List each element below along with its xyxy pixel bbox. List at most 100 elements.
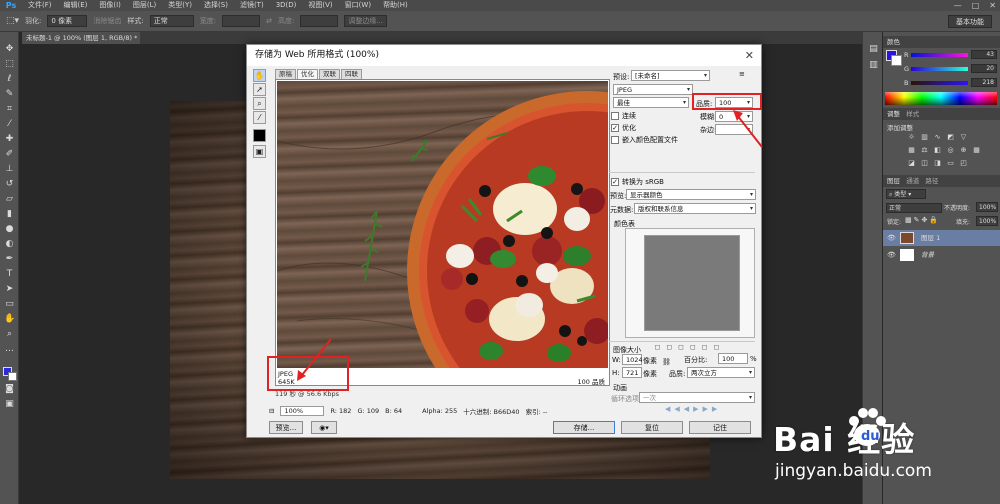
path-select-tool-icon[interactable]: ➤ <box>4 284 15 295</box>
visibility-eye-icon[interactable]: 👁 <box>887 247 896 263</box>
tab-4-up[interactable]: 四联 <box>341 69 362 79</box>
background-color-swatch[interactable] <box>8 372 17 381</box>
zoom-out-icon[interactable]: ⊟ <box>269 407 274 415</box>
height-input[interactable] <box>300 15 339 27</box>
format-select[interactable]: JPEG ▾ <box>613 84 693 95</box>
marquee-tool-icon[interactable]: ⬚▾ <box>6 16 19 26</box>
lock-icons[interactable]: ▩✎✥🔒 <box>905 216 940 224</box>
shape-tool-icon[interactable]: ▭ <box>4 299 15 310</box>
loop-select[interactable]: 一次 ▾ <box>639 392 755 403</box>
hue-sat-icon[interactable]: ▦ <box>907 146 916 155</box>
menu-3d[interactable]: 3D(D) <box>270 0 303 11</box>
save-button[interactable]: 存储... <box>553 421 615 434</box>
color-lookup-icon[interactable]: ▦ <box>972 146 981 155</box>
height-input[interactable]: 721 <box>622 367 642 378</box>
resample-select[interactable]: 两次立方 ▾ <box>687 367 755 378</box>
invert-icon[interactable]: ◪ <box>907 159 916 168</box>
screen-mode-icon[interactable]: ▣ <box>4 399 15 410</box>
pen-tool-icon[interactable]: ✒ <box>4 254 15 265</box>
menu-window[interactable]: 窗口(W) <box>339 0 377 11</box>
quick-mask-icon[interactable]: ◙ <box>4 384 15 395</box>
color-panel-header[interactable]: 颜色 <box>883 36 1000 48</box>
menu-view[interactable]: 视图(V) <box>302 0 338 11</box>
workspace-select[interactable]: 基本功能 <box>948 15 992 28</box>
layer-row[interactable]: 👁 图层 1 <box>883 230 1000 246</box>
history-panel-icon[interactable]: ▤ <box>868 44 879 55</box>
menu-filter[interactable]: 滤镜(T) <box>234 0 270 11</box>
eyedropper-tool-icon[interactable]: ⁄ <box>4 119 15 130</box>
lasso-tool-icon[interactable]: ℓ <box>4 74 15 85</box>
menu-select[interactable]: 选择(S) <box>198 0 234 11</box>
fill-input[interactable]: 100% <box>976 216 998 226</box>
progressive-checkbox[interactable] <box>611 112 619 120</box>
gradient-tool-icon[interactable]: ▮ <box>4 209 15 220</box>
close-icon[interactable]: ✕ <box>989 0 996 11</box>
b-value[interactable]: 218 <box>971 78 997 87</box>
width-input[interactable]: 1024 <box>622 354 643 365</box>
history-brush-tool-icon[interactable]: ↺ <box>4 179 15 190</box>
animation-controls[interactable]: ◀◀◀▶▶▶ <box>665 405 721 413</box>
quality-level-select[interactable]: 最佳 ▾ <box>613 97 689 108</box>
stamp-tool-icon[interactable]: ⊥ <box>4 164 15 175</box>
browser-select[interactable]: ◉▾ <box>311 421 337 434</box>
g-value[interactable]: 20 <box>971 64 997 73</box>
selective-color-icon[interactable]: ◰ <box>959 159 968 168</box>
b-slider[interactable] <box>911 81 968 85</box>
tab-optimized[interactable]: 优化 <box>297 69 318 79</box>
levels-icon[interactable]: ▥ <box>920 133 929 142</box>
blur-tool-icon[interactable]: ● <box>4 224 15 235</box>
exposure-icon[interactable]: ◩ <box>946 133 955 142</box>
preset-select[interactable]: [未命名] ▾ <box>631 70 710 81</box>
color-bg-swatch[interactable] <box>891 55 902 66</box>
eyedropper-tool-icon[interactable]: ⁄ <box>253 111 266 124</box>
color-balance-icon[interactable]: ⚖ <box>920 146 929 155</box>
zoom-tool-icon[interactable]: ⌕ <box>4 329 15 340</box>
menu-file[interactable]: 文件(F) <box>22 0 58 11</box>
zoom-tool-icon[interactable]: ⌕ <box>253 97 266 110</box>
embed-profile-checkbox[interactable] <box>611 136 619 144</box>
preview-mode-select[interactable]: 显示器颜色 ▾ <box>626 189 756 200</box>
hand-tool-icon[interactable]: ✋ <box>4 314 15 325</box>
optimized-checkbox[interactable]: ✓ <box>611 124 619 132</box>
threshold-icon[interactable]: ◨ <box>933 159 942 168</box>
toggle-slices-icon[interactable]: ▣ <box>253 145 266 158</box>
blend-mode-select[interactable]: 正常 <box>886 203 942 213</box>
eraser-tool-icon[interactable]: ▱ <box>4 194 15 205</box>
reset-button[interactable]: 复位 <box>621 421 683 434</box>
gradient-map-icon[interactable]: ▭ <box>946 159 955 168</box>
maximize-icon[interactable]: □ <box>972 0 980 11</box>
r-slider[interactable] <box>911 53 968 57</box>
properties-panel-icon[interactable]: ▥ <box>868 60 879 71</box>
move-tool-icon[interactable]: ✥ <box>4 44 15 55</box>
matte-select[interactable]: ▾ <box>715 124 753 135</box>
menu-help[interactable]: 帮助(H) <box>377 0 414 11</box>
convert-srgb-checkbox[interactable]: ✓ <box>611 178 619 186</box>
slice-select-tool-icon[interactable]: ➚ <box>253 83 266 96</box>
width-input[interactable] <box>222 15 261 27</box>
g-slider[interactable] <box>911 67 968 71</box>
menu-type[interactable]: 类型(Y) <box>162 0 198 11</box>
zoom-select[interactable]: 100% <box>280 406 325 416</box>
marquee-tool-icon[interactable]: ⬚ <box>4 59 15 70</box>
crop-tool-icon[interactable]: ⌗ <box>4 104 15 115</box>
dialog-close-icon[interactable]: ✕ <box>745 45 754 66</box>
percent-input[interactable]: 100 <box>718 353 748 364</box>
photo-filter-icon[interactable]: ◎ <box>946 146 955 155</box>
visibility-eye-icon[interactable]: 👁 <box>887 230 896 246</box>
black-white-icon[interactable]: ◧ <box>933 146 942 155</box>
menu-image[interactable]: 图像(I) <box>93 0 127 11</box>
quick-select-tool-icon[interactable]: ✎ <box>4 89 15 100</box>
brightness-icon[interactable]: ☼ <box>907 133 916 142</box>
healing-tool-icon[interactable]: ✚ <box>4 134 15 145</box>
minimize-icon[interactable]: — <box>954 0 962 11</box>
opacity-input[interactable]: 100% <box>976 202 998 212</box>
preview-image[interactable] <box>277 81 608 368</box>
menu-edit[interactable]: 编辑(E) <box>58 0 94 11</box>
posterize-icon[interactable]: ◫ <box>920 159 929 168</box>
more-tools-icon[interactable]: … <box>4 344 15 355</box>
tab-original[interactable]: 原稿 <box>275 69 296 79</box>
metadata-select[interactable]: 版权和联系信息 ▾ <box>634 203 756 214</box>
type-tool-icon[interactable]: T <box>4 269 15 280</box>
color-table-tools[interactable]: ◻◻◻◻◻◻ <box>625 343 755 351</box>
tab-2-up[interactable]: 双联 <box>319 69 340 79</box>
